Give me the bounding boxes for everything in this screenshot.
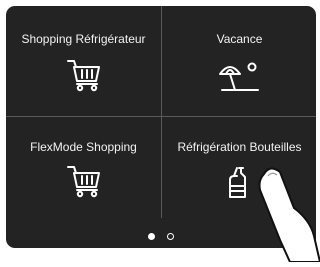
tile-shopping-refrigerateur[interactable]: Shopping Réfrigérateur <box>6 6 161 116</box>
control-panel-screen: Shopping Réfrigérateur Vacance FlexMode … <box>6 6 316 248</box>
tile-label: Shopping Réfrigérateur <box>21 32 146 46</box>
shopping-cart-icon <box>66 164 102 203</box>
tile-label: FlexMode Shopping <box>30 140 137 154</box>
tile-vacance[interactable]: Vacance <box>162 6 316 116</box>
page-dot-inactive[interactable] <box>167 233 175 241</box>
tile-flexmode-shopping[interactable]: FlexMode Shopping <box>6 117 161 218</box>
tile-refrigeration-bouteilles[interactable]: Réfrigération Bouteilles <box>162 117 316 218</box>
page-indicator <box>6 228 316 241</box>
mode-grid: Shopping Réfrigérateur Vacance FlexMode … <box>6 6 316 218</box>
tile-label: Réfrigération Bouteilles <box>177 140 302 154</box>
beach-umbrella-sun-icon <box>216 58 264 99</box>
tile-label: Vacance <box>216 32 263 46</box>
bottle-glass-icon <box>227 164 253 205</box>
page-dot-active[interactable] <box>147 233 155 241</box>
shopping-cart-icon <box>66 58 102 97</box>
